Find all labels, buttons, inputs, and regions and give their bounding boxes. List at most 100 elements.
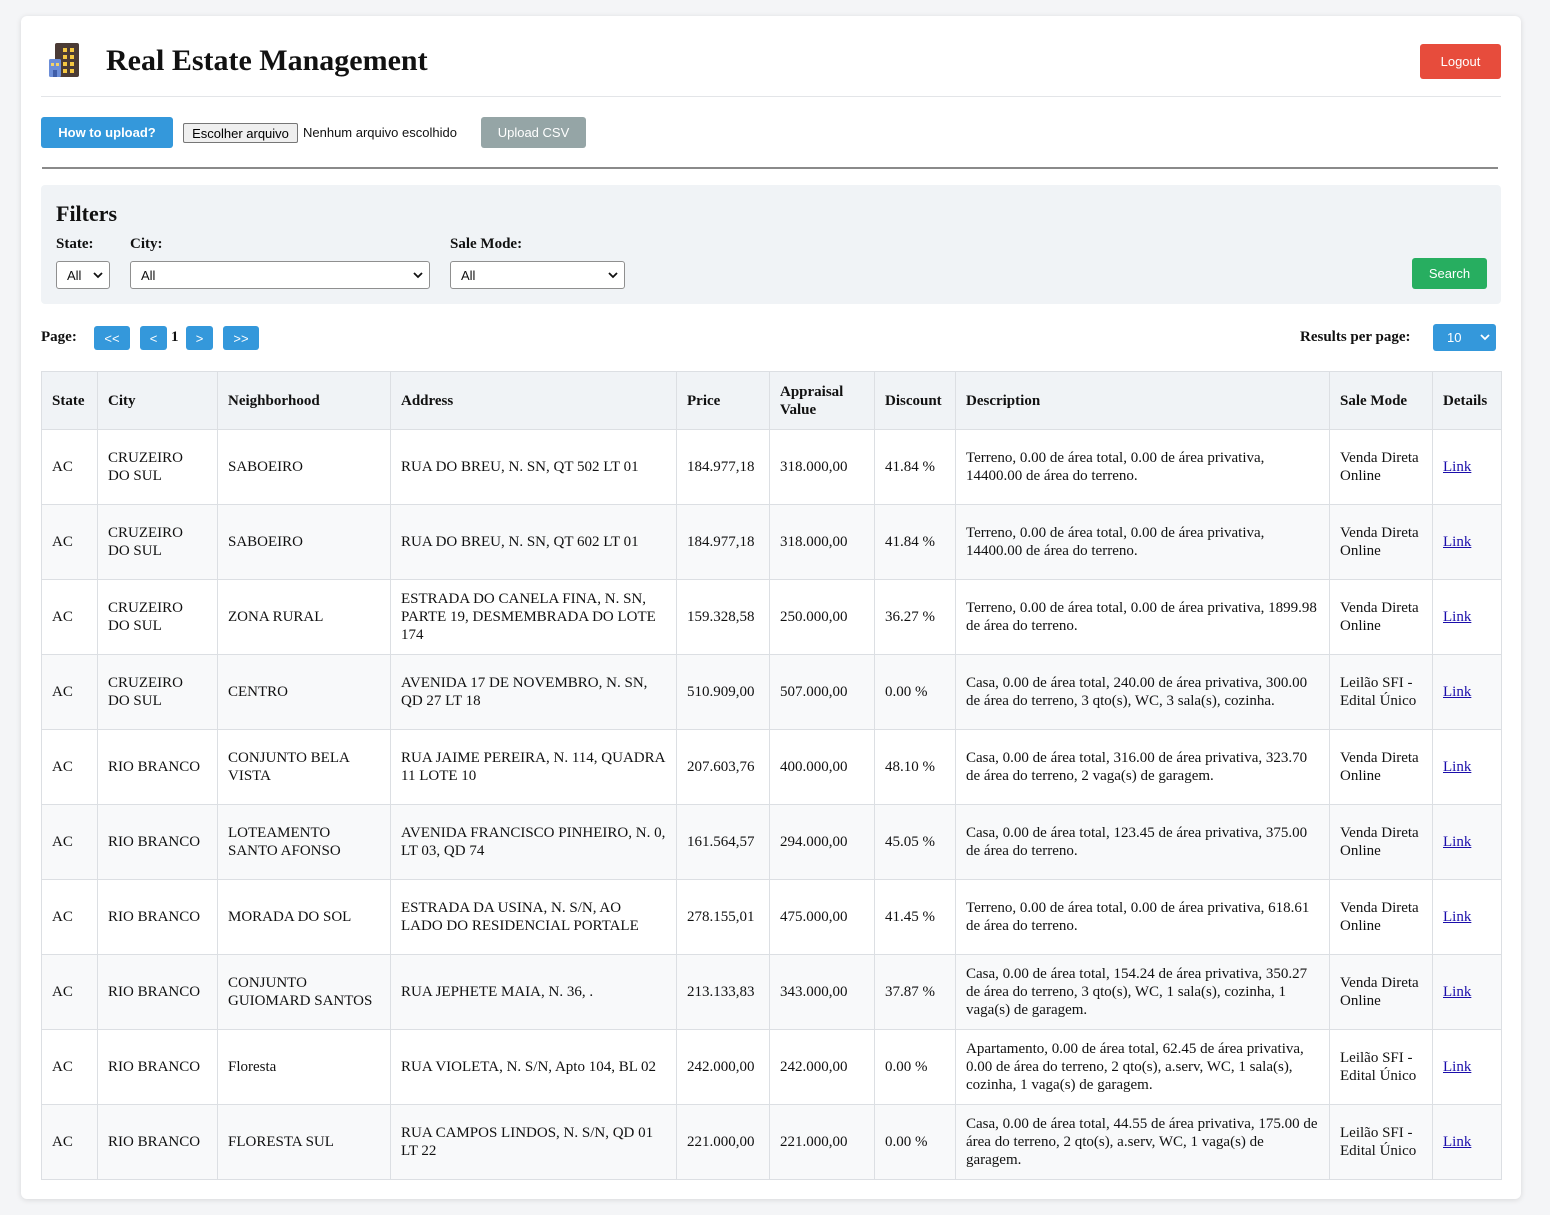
- last-page-button[interactable]: >>: [223, 326, 259, 350]
- column-header-appraisal-value[interactable]: Appraisal Value: [769, 371, 875, 430]
- cell-address: RUA CAMPOS LINDOS, N. S/N, QD 01 LT 22: [390, 1104, 677, 1180]
- choose-file-button[interactable]: Escolher arquivo: [183, 123, 298, 143]
- filters-panel: Filters State: All City: All Sale Mode: …: [41, 185, 1501, 304]
- cell-state: AC: [41, 729, 98, 805]
- table-row: AC RIO BRANCO FLORESTA SUL RUA CAMPOS LI…: [41, 1104, 1502, 1180]
- cell-city: RIO BRANCO: [97, 954, 218, 1030]
- city-filter-value: All: [141, 267, 156, 283]
- cell-description: Terreno, 0.00 de área total, 0.00 de áre…: [955, 579, 1330, 655]
- cell-neighborhood: LOTEAMENTO SANTO AFONSO: [217, 804, 391, 880]
- state-filter-value: All: [67, 267, 82, 283]
- details-link[interactable]: Link: [1443, 609, 1471, 625]
- cell-city: RIO BRANCO: [97, 1104, 218, 1180]
- cell-state: AC: [41, 429, 98, 505]
- details-link[interactable]: Link: [1443, 1059, 1471, 1075]
- cell-address: AVENIDA FRANCISCO PINHEIRO, N. 0, LT 03,…: [390, 804, 677, 880]
- column-header-description[interactable]: Description: [955, 371, 1330, 430]
- prev-page-button[interactable]: <: [140, 326, 167, 350]
- details-link[interactable]: Link: [1443, 759, 1471, 775]
- details-link[interactable]: Link: [1443, 909, 1471, 925]
- details-link[interactable]: Link: [1443, 459, 1471, 475]
- cell-state: AC: [41, 1029, 98, 1105]
- building-icon: [49, 43, 79, 77]
- sale-mode-filter-select[interactable]: All: [450, 261, 625, 289]
- results-per-page-select[interactable]: 10: [1433, 324, 1496, 351]
- cell-details: Link: [1432, 1104, 1502, 1180]
- table-row: AC CRUZEIRO DO SUL ZONA RURAL ESTRADA DO…: [41, 579, 1502, 655]
- cell-discount: 36.27 %: [874, 579, 956, 655]
- chevron-down-icon: [413, 272, 423, 279]
- first-page-button[interactable]: <<: [94, 326, 130, 350]
- cell-address: ESTRADA DO CANELA FINA, N. SN, PARTE 19,…: [390, 579, 677, 655]
- column-header-discount[interactable]: Discount: [874, 371, 956, 430]
- cell-city: RIO BRANCO: [97, 1029, 218, 1105]
- sale-mode-filter-label: Sale Mode:: [450, 236, 523, 252]
- cell-price: 510.909,00: [676, 654, 770, 730]
- state-filter-select[interactable]: All: [56, 261, 110, 289]
- sale-mode-filter-value: All: [461, 267, 476, 283]
- cell-details: Link: [1432, 804, 1502, 880]
- cell-appraisal-value: 250.000,00: [769, 579, 875, 655]
- cell-state: AC: [41, 504, 98, 580]
- column-header-address[interactable]: Address: [390, 371, 677, 430]
- cell-state: AC: [41, 804, 98, 880]
- cell-neighborhood: CONJUNTO GUIOMARD SANTOS: [217, 954, 391, 1030]
- cell-price: 213.133,83: [676, 954, 770, 1030]
- logout-button[interactable]: Logout: [1420, 44, 1501, 79]
- cell-description: Terreno, 0.00 de área total, 0.00 de áre…: [955, 504, 1330, 580]
- city-filter-label: City:: [130, 236, 163, 252]
- search-button[interactable]: Search: [1412, 258, 1487, 289]
- next-page-button[interactable]: >: [186, 326, 213, 350]
- upload-csv-button[interactable]: Upload CSV: [481, 117, 586, 148]
- cell-sale-mode: Leilão SFI - Edital Único: [1329, 654, 1433, 730]
- cell-address: RUA VIOLETA, N. S/N, Apto 104, BL 02: [390, 1029, 677, 1105]
- column-header-state[interactable]: State: [41, 371, 98, 430]
- cell-description: Casa, 0.00 de área total, 316.00 de área…: [955, 729, 1330, 805]
- cell-discount: 45.05 %: [874, 804, 956, 880]
- details-link[interactable]: Link: [1443, 1134, 1471, 1150]
- cell-description: Terreno, 0.00 de área total, 0.00 de áre…: [955, 879, 1330, 955]
- cell-price: 161.564,57: [676, 804, 770, 880]
- cell-description: Casa, 0.00 de área total, 44.55 de área …: [955, 1104, 1330, 1180]
- cell-details: Link: [1432, 654, 1502, 730]
- how-to-upload-button[interactable]: How to upload?: [41, 117, 173, 148]
- cell-discount: 0.00 %: [874, 1104, 956, 1180]
- column-header-price[interactable]: Price: [676, 371, 770, 430]
- column-header-neighborhood[interactable]: Neighborhood: [217, 371, 391, 430]
- details-link[interactable]: Link: [1443, 534, 1471, 550]
- table-row: AC RIO BRANCO CONJUNTO GUIOMARD SANTOS R…: [41, 954, 1502, 1030]
- cell-appraisal-value: 318.000,00: [769, 429, 875, 505]
- results-per-page-label: Results per page:: [1300, 329, 1411, 345]
- pagination-bar: Page: << < 1 > >> Results per page: 10: [41, 324, 1501, 351]
- cell-appraisal-value: 343.000,00: [769, 954, 875, 1030]
- cell-details: Link: [1432, 729, 1502, 805]
- chevron-down-icon: [608, 272, 618, 279]
- results-per-page-value: 10: [1447, 330, 1462, 345]
- cell-address: RUA JEPHETE MAIA, N. 36, .: [390, 954, 677, 1030]
- cell-city: CRUZEIRO DO SUL: [97, 579, 218, 655]
- cell-appraisal-value: 400.000,00: [769, 729, 875, 805]
- cell-description: Casa, 0.00 de área total, 154.24 de área…: [955, 954, 1330, 1030]
- main-card: Real Estate Management Logout How to upl…: [21, 16, 1521, 1199]
- cell-appraisal-value: 221.000,00: [769, 1104, 875, 1180]
- cell-description: Casa, 0.00 de área total, 123.45 de área…: [955, 804, 1330, 880]
- cell-neighborhood: MORADA DO SOL: [217, 879, 391, 955]
- table-header-row: State City Neighborhood Address Price Ap…: [41, 371, 1502, 430]
- column-header-city[interactable]: City: [97, 371, 218, 430]
- listings-table: State City Neighborhood Address Price Ap…: [41, 371, 1502, 1180]
- cell-appraisal-value: 507.000,00: [769, 654, 875, 730]
- state-filter-label: State:: [56, 236, 94, 252]
- table-row: AC CRUZEIRO DO SUL CENTRO AVENIDA 17 DE …: [41, 654, 1502, 730]
- cell-sale-mode: Venda Direta Online: [1329, 954, 1433, 1030]
- cell-city: RIO BRANCO: [97, 879, 218, 955]
- cell-price: 207.603,76: [676, 729, 770, 805]
- details-link[interactable]: Link: [1443, 984, 1471, 1000]
- cell-neighborhood: SABOEIRO: [217, 504, 391, 580]
- details-link[interactable]: Link: [1443, 684, 1471, 700]
- details-link[interactable]: Link: [1443, 834, 1471, 850]
- column-header-sale-mode[interactable]: Sale Mode: [1329, 371, 1433, 430]
- cell-discount: 0.00 %: [874, 1029, 956, 1105]
- column-header-details[interactable]: Details: [1432, 371, 1502, 430]
- city-filter-select[interactable]: All: [130, 261, 430, 289]
- cell-address: ESTRADA DA USINA, N. S/N, AO LADO DO RES…: [390, 879, 677, 955]
